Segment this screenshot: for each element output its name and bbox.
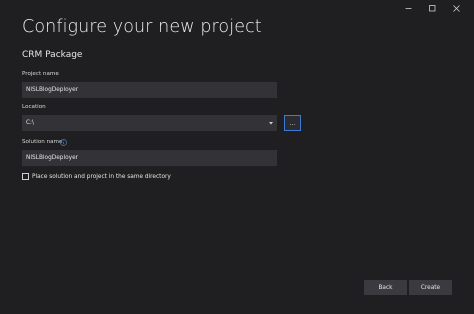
chevron-down-icon	[269, 122, 273, 125]
template-name: CRM Package	[22, 50, 83, 60]
location-select[interactable]: C:\	[22, 115, 277, 131]
same-directory-checkbox[interactable]	[22, 173, 29, 180]
solution-name-label: Solution name	[22, 139, 63, 145]
back-button[interactable]: Back	[364, 280, 407, 295]
project-name-label: Project name	[22, 71, 59, 77]
solution-name-input[interactable]: NISLBlogDeployer	[22, 150, 277, 166]
location-value: C:\	[26, 120, 34, 126]
browse-button[interactable]: ...	[284, 115, 301, 131]
minimize-button[interactable]	[396, 2, 420, 14]
page-title: Configure your new project	[22, 17, 262, 37]
create-button[interactable]: Create	[409, 280, 452, 295]
window-controls	[396, 2, 468, 14]
project-name-input[interactable]: NISLBlogDeployer	[22, 82, 277, 98]
maximize-icon	[428, 4, 435, 11]
info-icon[interactable]	[60, 139, 67, 146]
location-label: Location	[22, 104, 46, 110]
maximize-button[interactable]	[420, 2, 444, 14]
same-directory-label: Place solution and project in the same d…	[32, 174, 171, 180]
configure-project-dialog: Configure your new project CRM Package P…	[0, 0, 474, 314]
close-button[interactable]	[444, 2, 468, 14]
minimize-icon	[405, 7, 411, 9]
close-icon	[452, 4, 460, 12]
